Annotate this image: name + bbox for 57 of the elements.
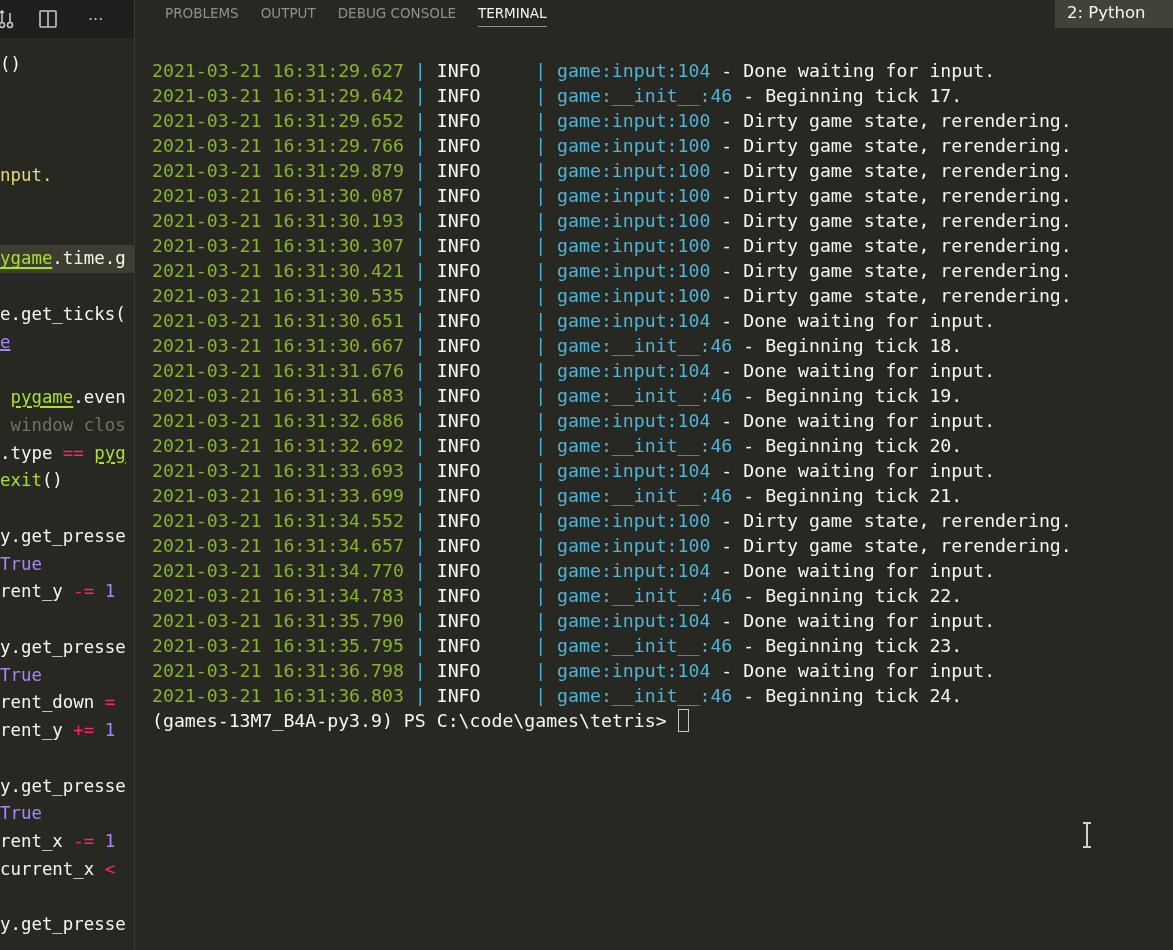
split-editor-icon[interactable] — [38, 9, 58, 29]
log-line: 2021-03-21 16:31:30.307 | INFO | game:input:100 - Dirty game state, rerendering. — [152, 234, 1073, 258]
code-line: nput. — [0, 164, 54, 187]
log-line: 2021-03-21 16:31:35.790 | INFO | game:input:104 - Done waiting for input. — [152, 609, 997, 633]
log-line: 2021-03-21 16:31:30.535 | INFO | game:input:100 - Dirty game state, rerendering. — [152, 284, 1073, 308]
log-line: 2021-03-21 16:31:33.699 | INFO | game:__init__:46 - Beginning tick 21. — [152, 484, 964, 508]
panel-tab[interactable]: DEBUG CONSOLE — [337, 0, 456, 27]
terminal-cursor — [677, 709, 689, 732]
code-line: rent_y -= 1 — [0, 580, 117, 604]
terminal-prompt: (games-13M7_B4A-py3.9) PS C:\code\games\tetris> — [152, 709, 667, 733]
code-line: e — [0, 330, 12, 354]
log-line: 2021-03-21 16:31:30.087 | INFO | game:input:100 - Dirty game state, rerendering. — [152, 184, 1073, 208]
code-line: exit() — [0, 469, 64, 493]
log-line: 2021-03-21 16:31:29.642 | INFO | game:__init__:46 - Beginning tick 17. — [152, 84, 964, 108]
log-line: 2021-03-21 16:31:29.766 | INFO | game:input:100 - Dirty game state, rerendering. — [152, 134, 1073, 158]
code-line: window clos — [9, 413, 127, 437]
log-line: 2021-03-21 16:31:34.770 | INFO | game:input:104 - Done waiting for input. — [152, 559, 997, 583]
log-line: 2021-03-21 16:31:30.667 | INFO | game:__init__:46 - Beginning tick 18. — [152, 334, 964, 358]
code-line: e.get_ticks( — [0, 302, 127, 326]
log-line: 2021-03-21 16:31:35.795 | INFO | game:__init__:46 - Beginning tick 23. — [152, 634, 964, 658]
log-line: 2021-03-21 16:31:34.552 | INFO | game:input:100 - Dirty game state, rerendering. — [152, 509, 1073, 533]
code-line: y.get_presse — [0, 524, 127, 548]
code-line: True — [0, 663, 43, 687]
code-line: True — [0, 802, 43, 826]
log-line: 2021-03-21 16:31:29.652 | INFO | game:input:100 - Dirty game state, rerendering. — [152, 109, 1073, 133]
compare-icon[interactable] — [0, 7, 14, 31]
log-line: 2021-03-21 16:31:33.693 | INFO | game:input:104 - Done waiting for input. — [152, 459, 997, 483]
log-line: 2021-03-21 16:31:36.803 | INFO | game:__init__:46 - Beginning tick 24. — [152, 684, 964, 708]
code-line: y.get_presse — [0, 913, 127, 937]
code-line: True — [0, 552, 43, 576]
panel-tab[interactable]: PROBLEMS — [165, 0, 239, 27]
code-line: current_x < — [0, 857, 117, 881]
panel-tab[interactable]: TERMINAL — [477, 0, 547, 27]
log-line: 2021-03-21 16:31:31.683 | INFO | game:__init__:46 - Beginning tick 19. — [152, 384, 964, 408]
log-line: 2021-03-21 16:31:32.686 | INFO | game:input:104 - Done waiting for input. — [152, 409, 997, 433]
code-line: .type == pyg — [0, 441, 127, 465]
log-line: 2021-03-21 16:31:34.657 | INFO | game:input:100 - Dirty game state, rerendering. — [152, 534, 1073, 558]
log-line: 2021-03-21 16:31:29.879 | INFO | game:input:100 - Dirty game state, rerendering. — [152, 159, 1073, 183]
log-line: 2021-03-21 16:31:30.651 | INFO | game:input:104 - Done waiting for input. — [152, 309, 997, 333]
code-line: () — [0, 53, 22, 76]
panel-tab[interactable]: OUTPUT — [260, 0, 316, 27]
more-actions-button[interactable]: ··· — [88, 9, 104, 29]
code-line: rent_x -= 1 — [0, 830, 117, 853]
log-line: 2021-03-21 16:31:36.798 | INFO | game:input:104 - Done waiting for input. — [152, 659, 997, 683]
log-line: 2021-03-21 16:31:30.193 | INFO | game:input:100 - Dirty game state, rerendering. — [152, 209, 1073, 233]
terminal-dropdown[interactable]: 2: Python — [1055, 0, 1173, 28]
code-line: pygame.even — [9, 386, 127, 409]
log-line: 2021-03-21 16:31:30.421 | INFO | game:input:100 - Dirty game state, rerendering. — [152, 259, 1073, 283]
code-line: rent_y += 1 — [0, 719, 117, 742]
code-line: rent_down = — [0, 691, 117, 715]
text-cursor-icon — [1081, 822, 1093, 848]
code-line: y.get_presse — [0, 774, 127, 798]
log-line: 2021-03-21 16:31:29.627 | INFO | game:input:104 - Done waiting for input. — [152, 59, 997, 83]
code-line: y.get_presse — [0, 635, 127, 659]
log-line: 2021-03-21 16:31:32.692 | INFO | game:__init__:46 - Beginning tick 20. — [152, 434, 964, 458]
log-line: 2021-03-21 16:31:34.783 | INFO | game:__init__:46 - Beginning tick 22. — [152, 584, 964, 608]
log-line: 2021-03-21 16:31:31.676 | INFO | game:input:104 - Done waiting for input. — [152, 359, 997, 383]
